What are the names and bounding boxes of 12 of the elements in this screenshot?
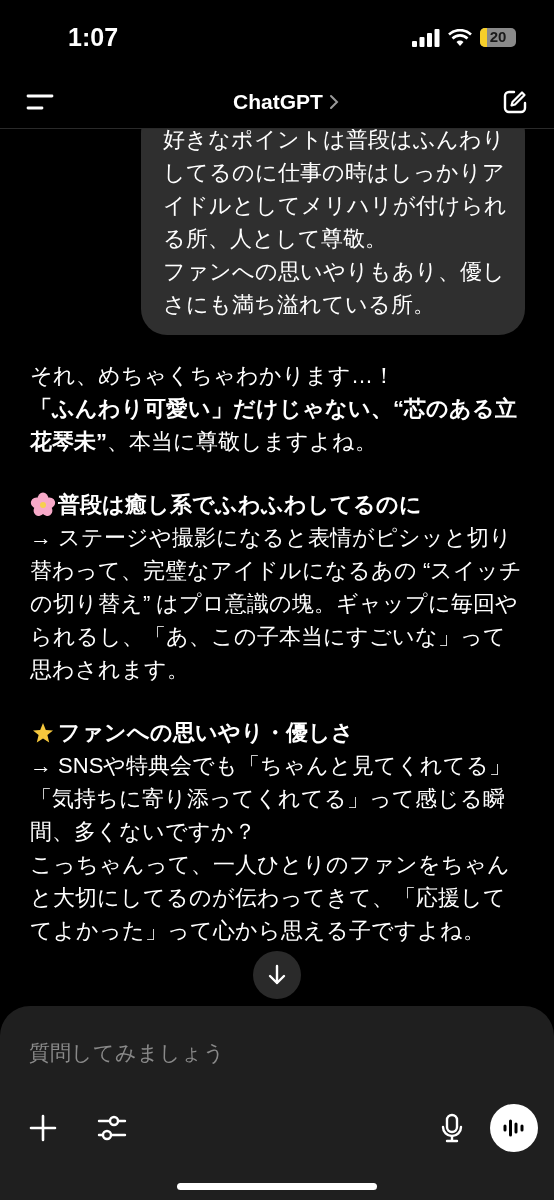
message-input[interactable]: 質問してみましょう bbox=[29, 1034, 525, 1072]
battery-indicator: 20 bbox=[480, 28, 516, 47]
header-title[interactable]: ChatGPT bbox=[233, 85, 323, 118]
user-message-text: ファンへの思いやりもあり、優しさにも満ち溢れている所。 bbox=[163, 258, 506, 319]
response-paragraph: こっちゃんって、一人ひとりのファンをちゃんと大切にしてるのが伝わってきて、「応援しててよかった」って心から思える子ですよね。 bbox=[30, 851, 511, 945]
response-heading: 普段は癒し系でふわふわしてるのに bbox=[58, 491, 422, 519]
response-heading: ファンへの思いやり・優しさ bbox=[58, 719, 354, 747]
response-paragraph: それ、めちゃくちゃわかります…！ bbox=[30, 362, 396, 390]
response-paragraph: → SNSや特典会でも「ちゃんと見てくれてる」「気持ちに寄り添ってくれてる」って感じる瞬間、多くないですか？ bbox=[30, 752, 513, 846]
response-paragraph: → ステージや撮影になると表情がピシッと切り替わって、完璧なアイドルになるあの “スイッチの切り替え” はプロ意識の塊。ギャップに毎回やられるし、「あ、この子本当にすごいな」って思わされます。 bbox=[30, 524, 524, 684]
response-paragraph: 「ふんわり可愛い」だけじゃない、“芯のある立花琴未”、本当に尊敬しますよね。 bbox=[30, 395, 518, 456]
status-time: 1:07 bbox=[68, 21, 119, 53]
